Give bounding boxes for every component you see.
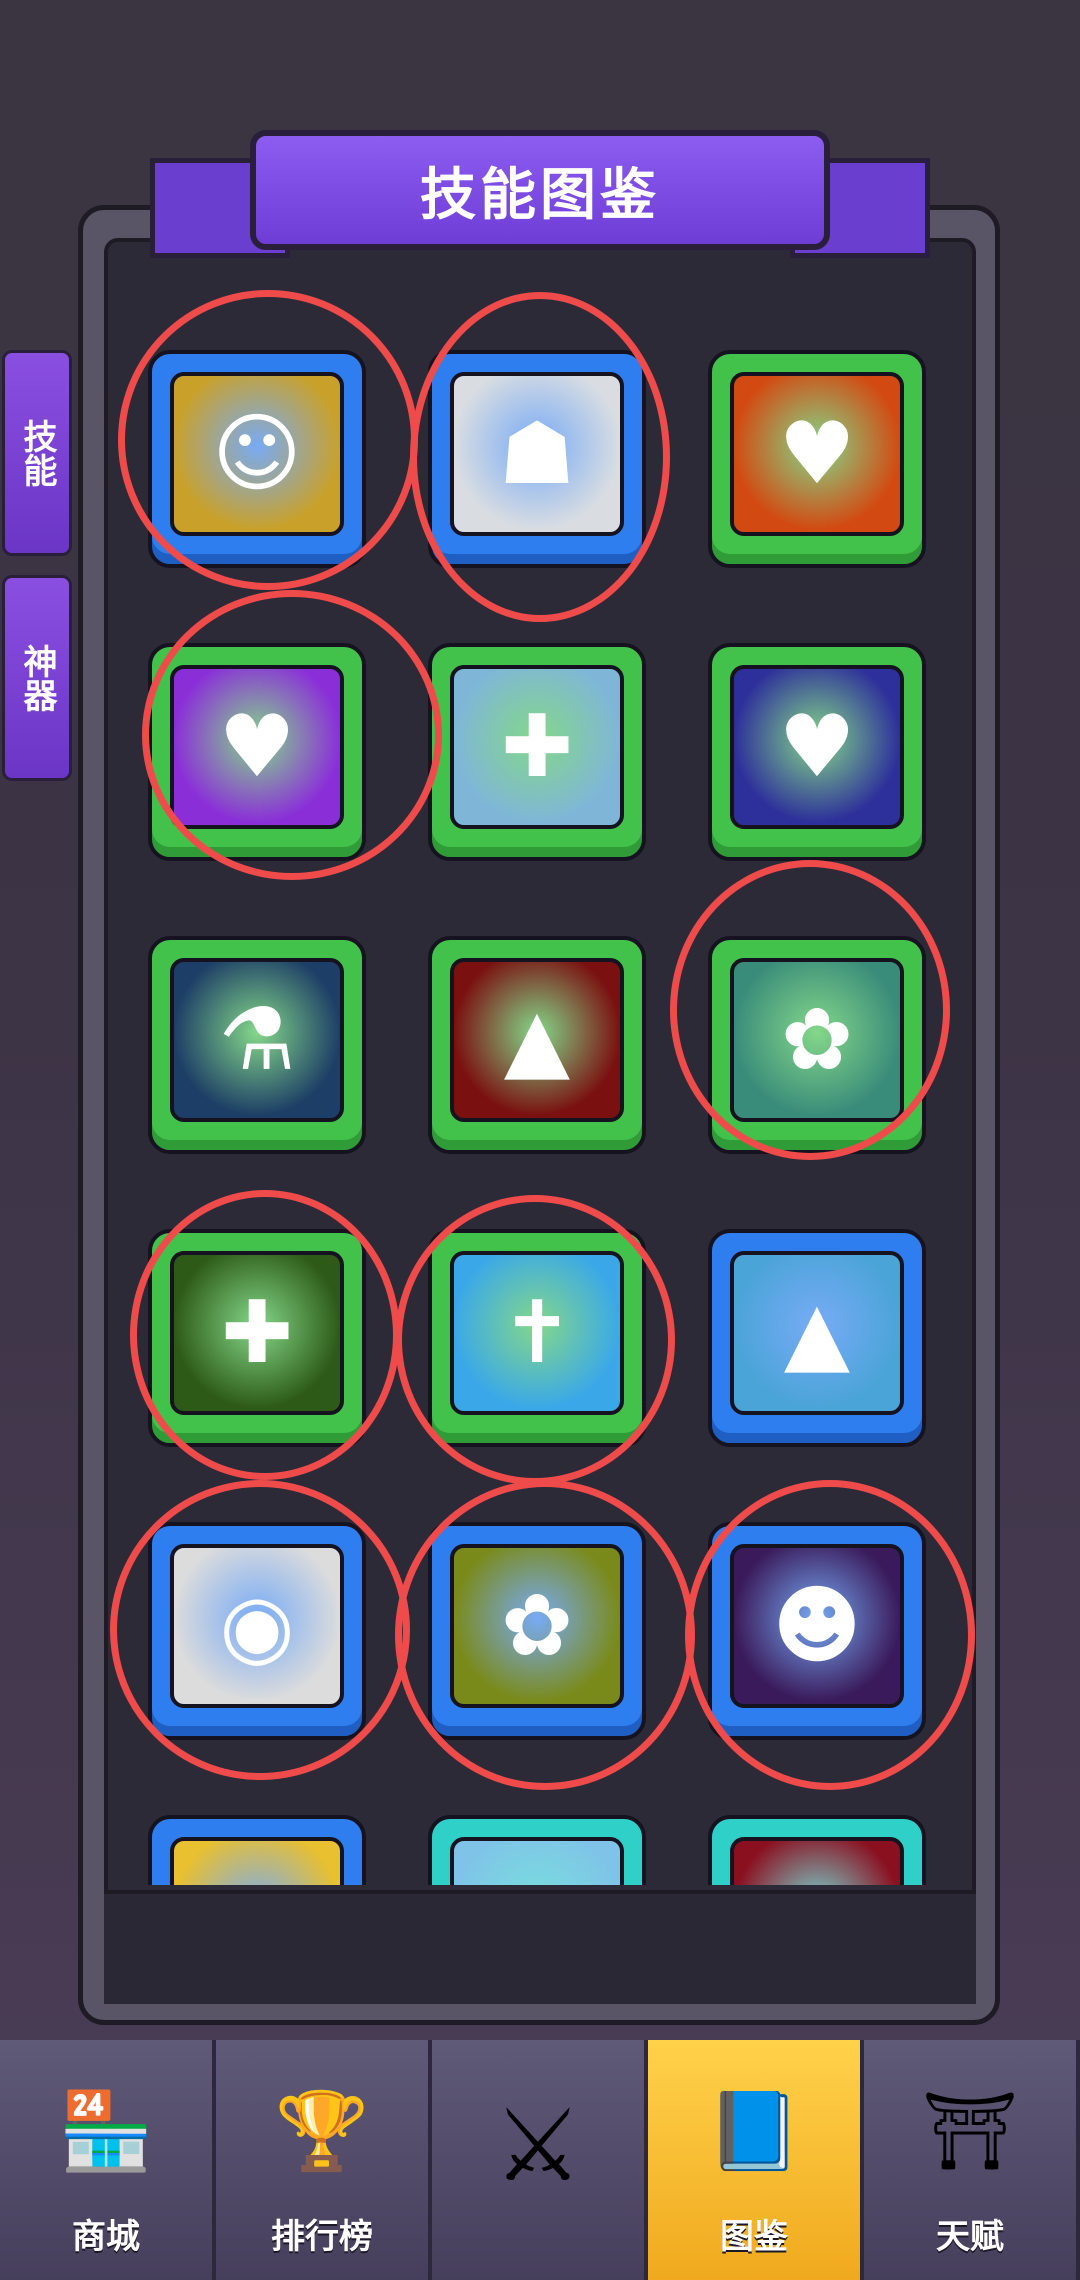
skill-art: ⚄ (170, 1837, 344, 1885)
nav-label: 图鉴 (720, 2217, 788, 2257)
skill-art: ● (730, 1837, 904, 1885)
skill-art: ✚ (450, 665, 624, 829)
lightning-fang-icon: ▲ (783, 1283, 851, 1383)
ice-crystal-icon: ❄ (454, 1841, 620, 1885)
skill-art: ☺ (170, 372, 344, 536)
skill-art: ✿ (730, 958, 904, 1122)
shadow-figure-icon: ☻ (772, 1576, 862, 1676)
holy-cross-icon: ✚ (500, 697, 574, 797)
skill-art: ❄ (450, 1837, 624, 1885)
blood-fang-icon: ▲ (503, 990, 571, 1090)
skill-tile[interactable]: ❄ (428, 1815, 646, 1885)
title-ribbon: 技能图鉴 (250, 130, 830, 250)
white-cross-icon: ✝ (500, 1283, 574, 1383)
skill-art: ▲ (450, 958, 624, 1122)
nav-item-trophy[interactable]: 🏆 排行榜 (216, 2040, 432, 2280)
skill-art: ▲ (730, 1251, 904, 1415)
green-plant-icon: ✿ (780, 990, 854, 1090)
skill-tile[interactable]: ☺ (148, 350, 366, 568)
skill-tile[interactable]: ✝ (428, 1229, 646, 1447)
yellow-figure-icon: ☺ (212, 404, 302, 504)
skill-art: ♥ (730, 372, 904, 536)
skill-tile[interactable]: ♥ (708, 643, 926, 861)
skill-tile[interactable]: ✚ (428, 643, 646, 861)
skill-tile[interactable]: ◉ (148, 1522, 366, 1740)
dark-heart-icon: ♥ (778, 697, 856, 797)
skill-art: ⚗ (170, 958, 344, 1122)
skill-art: ✿ (450, 1544, 624, 1708)
skill-art: ✚ (170, 1251, 344, 1415)
rafflesia-icon: ✿ (500, 1576, 574, 1676)
crossed-swords-icon: ⚔ (493, 2086, 583, 2204)
skill-art: ☻ (730, 1544, 904, 1708)
skill-tile[interactable]: ☻ (708, 1522, 926, 1740)
nav-label: 天赋 (936, 2217, 1004, 2257)
dice-icon: ⚄ (174, 1841, 340, 1885)
skill-tile[interactable]: ✿ (708, 936, 926, 1154)
nun-icon: ☗ (498, 404, 576, 504)
skill-tile[interactable]: ⚗ (148, 936, 366, 1154)
tab-artifacts-label: 神器 (17, 644, 57, 712)
glowing-heart-body-icon: ♥ (778, 404, 856, 504)
heart-in-hand-icon: ♥ (218, 697, 296, 797)
nav-item-crossed-swords[interactable]: ⚔ (432, 2040, 648, 2280)
nav-label: 排行榜 (271, 2217, 373, 2257)
bottom-nav: 🏪 商城 🏆 排行榜 ⚔ 📘 图鉴 ⛩ 天赋 (0, 2040, 1080, 2280)
skill-tile[interactable]: ☗ (428, 350, 646, 568)
gate-icon: ⛩ (921, 2086, 1019, 2175)
panel-footer (104, 1890, 976, 2004)
nav-item-gate[interactable]: ⛩ 天赋 (864, 2040, 1080, 2280)
nav-item-shop[interactable]: 🏪 商城 (0, 2040, 216, 2280)
skill-tile[interactable]: ♥ (148, 643, 366, 861)
skill-tile[interactable]: ✿ (428, 1522, 646, 1740)
skill-art: ☗ (450, 372, 624, 536)
tab-artifacts[interactable]: 神器 (2, 575, 72, 781)
skill-tile[interactable]: ▲ (708, 1229, 926, 1447)
nav-label: 商城 (72, 2217, 140, 2257)
tab-skills[interactable]: 技能 (2, 350, 72, 556)
skill-art: ♥ (170, 665, 344, 829)
shop-icon: 🏪 (58, 2086, 154, 2175)
potion-icon: ⚗ (218, 990, 296, 1090)
red-orb-icon: ● (734, 1841, 900, 1885)
nav-item-book[interactable]: 📘 图鉴 (648, 2040, 864, 2280)
skill-tile[interactable]: ▲ (428, 936, 646, 1154)
skill-art: ✝ (450, 1251, 624, 1415)
skill-art: ♥ (730, 665, 904, 829)
tab-skills-label: 技能 (17, 419, 57, 487)
book-icon: 📘 (706, 2086, 802, 2175)
skill-tile[interactable]: ✚ (148, 1229, 366, 1447)
skill-tile[interactable]: ♥ (708, 350, 926, 568)
skill-tile[interactable]: ● (708, 1815, 926, 1885)
skill-tile[interactable]: ⚄ (148, 1815, 366, 1885)
healing-figure-icon: ✚ (220, 1283, 294, 1383)
skill-art: ◉ (170, 1544, 344, 1708)
skill-grid: ☺ ☗ ♥ ♥ ✚ ♥ ⚗ ▲ ✿ ✚ ✝ ▲ ◉ ✿ ☻ ⚄ ❄ ● (130, 330, 960, 1885)
page-title: 技能图鉴 (420, 162, 660, 228)
trophy-icon: 🏆 (274, 2086, 370, 2175)
vortex-icon: ◉ (219, 1576, 295, 1676)
